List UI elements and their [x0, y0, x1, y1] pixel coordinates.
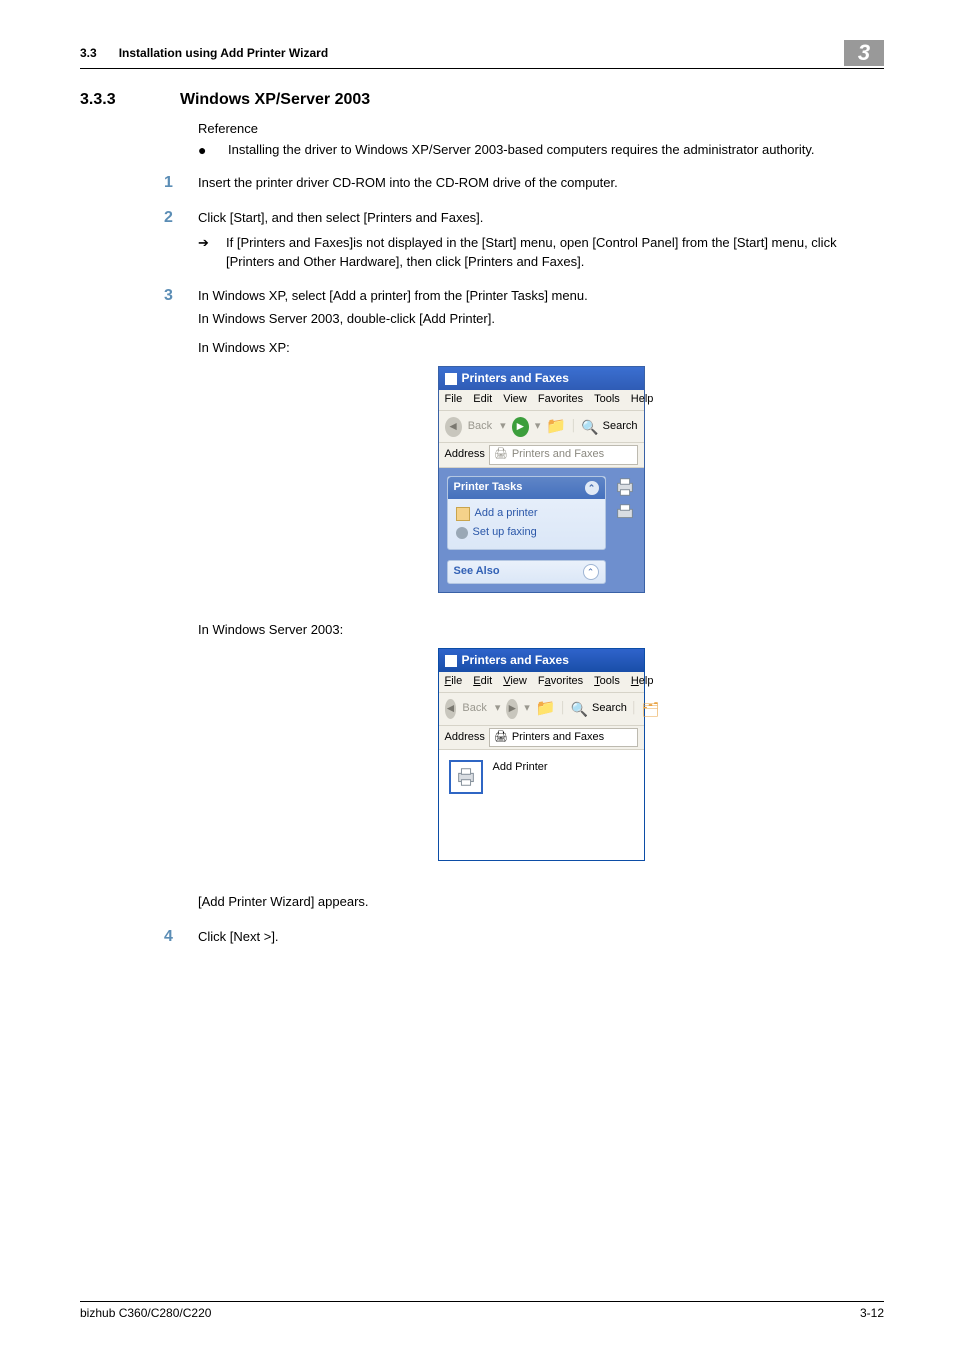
set-up-faxing-link[interactable]: Set up faxing [456, 525, 597, 541]
caption-xp: In Windows XP: [198, 339, 884, 358]
xp-menubar: File Edit View Favorites Tools Help [439, 390, 644, 411]
menu-file[interactable]: File [445, 392, 463, 408]
srv-titlebar: Printers and Faxes [439, 649, 644, 672]
back-button[interactable]: ◄ [445, 699, 457, 719]
menu-tools[interactable]: Tools [594, 392, 620, 408]
add-printer-label[interactable]: Add Printer [493, 760, 548, 776]
menu-edit[interactable]: Edit [473, 392, 492, 408]
menu-view[interactable]: View [503, 392, 527, 408]
address-field[interactable]: 🖨 Printers and Faxes [489, 445, 638, 465]
address-label: Address [445, 730, 485, 746]
dropdown-arrow-icon[interactable]: ▾ [495, 701, 501, 717]
xp-toolbar: ◄ Back ▾ ► ▾ 📁 │ 🔍 Search [439, 411, 644, 443]
dropdown-arrow-icon[interactable]: ▾ [524, 701, 530, 717]
screenshot-windows-xp: Printers and Faxes File Edit View Favori… [438, 366, 645, 593]
see-also-label: See Also [454, 564, 500, 580]
srv-addressbar: Address 🖨 Printers and Faxes [439, 726, 644, 751]
search-icon[interactable]: 🔍 [571, 699, 588, 719]
srv-toolbar: ◄ Back ▾ ► ▾ 📁 │ 🔍 Search │ 🗂 [439, 693, 644, 725]
back-label: Back [462, 701, 486, 717]
dropdown-arrow-icon[interactable]: ▾ [500, 419, 506, 435]
printer-tasks-panel: Printer Tasks ⌃ Add a printer [447, 476, 606, 550]
running-header: 3.3 Installation using Add Printer Wizar… [80, 40, 884, 69]
step-4-text: Click [Next >]. [198, 928, 884, 947]
xp-titlebar: Printers and Faxes [439, 367, 644, 390]
section-number: 3.3.3 [80, 91, 180, 109]
expand-chevron-icon[interactable]: ⌃ [583, 564, 599, 580]
footer-page: 3-12 [860, 1306, 884, 1320]
step-number-3: 3 [164, 287, 198, 912]
bullet-icon: ● [198, 142, 228, 158]
reference-text: Installing the driver to Windows XP/Serv… [228, 142, 814, 158]
address-value: Printers and Faxes [512, 730, 604, 746]
step-2-text: Click [Start], and then select [Printers… [198, 209, 884, 228]
search-icon[interactable]: 🔍 [581, 417, 598, 437]
section-title: Windows XP/Server 2003 [180, 91, 370, 109]
srv-body: Add Printer [439, 750, 644, 860]
address-value: Printers and Faxes [512, 447, 604, 463]
add-printer-item[interactable] [449, 760, 483, 794]
folders-icon[interactable]: 🗂 [642, 699, 660, 719]
step-number-1: 1 [164, 174, 198, 193]
runhead-section-title: Installation using Add Printer Wizard [119, 46, 844, 60]
step-number-4: 4 [164, 928, 198, 947]
step-3-line2: In Windows Server 2003, double-click [Ad… [198, 310, 884, 329]
collapse-chevron-icon[interactable]: ⌃ [585, 481, 599, 495]
xp-addressbar: Address 🖨 Printers and Faxes [439, 443, 644, 468]
menu-view[interactable]: View [503, 674, 527, 690]
xp-window-title: Printers and Faxes [462, 370, 569, 387]
menu-tools[interactable]: Tools [594, 674, 620, 690]
screenshot-server-2003: Printers and Faxes File Edit View Favori… [438, 648, 645, 861]
back-label: Back [468, 419, 492, 435]
see-also-panel[interactable]: See Also ⌃ [447, 560, 606, 584]
address-label: Address [445, 447, 485, 463]
printer-icon [445, 655, 457, 667]
menu-favorites[interactable]: Favorites [538, 674, 583, 690]
menu-edit[interactable]: Edit [473, 674, 492, 690]
chapter-badge: 3 [844, 40, 884, 66]
arrow-icon: ➔ [198, 234, 226, 272]
printer-folder-icon: 🖨 [494, 730, 508, 746]
runhead-section-number: 3.3 [80, 46, 97, 60]
forward-button[interactable]: ► [512, 417, 529, 437]
xp-body: Printer Tasks ⌃ Add a printer [439, 468, 644, 592]
srv-window-title: Printers and Faxes [462, 652, 569, 669]
up-folder-icon[interactable]: 📁 [536, 697, 556, 720]
reference-label: Reference [198, 121, 884, 136]
up-folder-icon[interactable]: 📁 [546, 415, 566, 438]
fax-icon [456, 527, 468, 539]
add-printer-icon [456, 507, 470, 521]
step-1-text: Insert the printer driver CD-ROM into th… [198, 174, 884, 193]
menu-help[interactable]: Help [631, 392, 654, 408]
footer-model: bizhub C360/C280/C220 [80, 1306, 211, 1320]
section-heading: 3.3.3 Windows XP/Server 2003 [80, 91, 884, 109]
printer-folder-icon: 🖨 [494, 447, 508, 463]
forward-button[interactable]: ► [506, 699, 518, 719]
caption-server2003: In Windows Server 2003: [198, 621, 884, 640]
add-a-printer-link[interactable]: Add a printer [456, 506, 597, 522]
step-3-line1: In Windows XP, select [Add a printer] fr… [198, 287, 884, 306]
panel-title: Printer Tasks [454, 480, 523, 496]
menu-file[interactable]: File [445, 674, 463, 690]
step-3-after: [Add Printer Wizard] appears. [198, 893, 884, 912]
step-2-sub: If [Printers and Faxes]is not displayed … [226, 234, 884, 272]
srv-menubar: File Edit View Favorites Tools Help [439, 672, 644, 693]
fax-label: Set up faxing [473, 525, 537, 541]
back-button[interactable]: ◄ [445, 417, 462, 437]
page-footer: bizhub C360/C280/C220 3-12 [80, 1301, 884, 1320]
menu-help[interactable]: Help [631, 674, 654, 690]
address-field[interactable]: 🖨 Printers and Faxes [489, 728, 638, 748]
printer-icon [445, 373, 457, 385]
reference-bullet: ● Installing the driver to Windows XP/Se… [198, 142, 884, 158]
add-printer-label: Add a printer [475, 506, 538, 522]
search-label[interactable]: Search [592, 701, 627, 717]
printer-device-icon [614, 476, 636, 584]
search-label[interactable]: Search [603, 419, 638, 435]
step-number-2: 2 [164, 209, 198, 272]
menu-favorites[interactable]: Favorites [538, 392, 583, 408]
dropdown-arrow-icon[interactable]: ▾ [535, 419, 541, 435]
